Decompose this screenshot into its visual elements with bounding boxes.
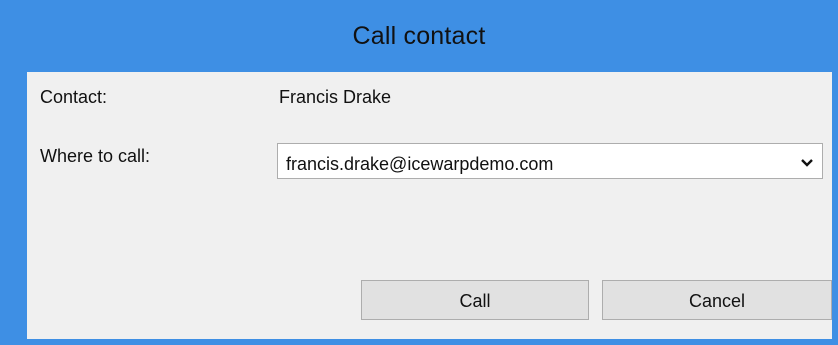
contact-label: Contact: bbox=[40, 87, 108, 107]
call-button[interactable]: Call bbox=[361, 280, 589, 320]
where-to-call-select[interactable]: francis.drake@icewarpdemo.com bbox=[277, 143, 823, 179]
chevron-down-icon[interactable] bbox=[792, 144, 822, 178]
call-contact-dialog: Call contact Contact: Francis Drake Wher… bbox=[0, 0, 838, 345]
where-to-call-label: Where to call: bbox=[40, 146, 151, 166]
title-bar[interactable]: Call contact bbox=[0, 0, 838, 72]
cancel-button-label: Cancel bbox=[688, 291, 746, 311]
contact-name: Francis Drake bbox=[279, 87, 392, 107]
call-button-label: Call bbox=[459, 291, 491, 311]
cancel-button[interactable]: Cancel bbox=[602, 280, 832, 320]
dialog-body: Contact: Francis Drake Where to call: fr… bbox=[27, 72, 832, 339]
window-frame: Call contact Contact: Francis Drake Wher… bbox=[0, 0, 838, 345]
window-title: Call contact bbox=[352, 21, 486, 50]
where-to-call-value: francis.drake@icewarpdemo.com bbox=[286, 153, 554, 174]
